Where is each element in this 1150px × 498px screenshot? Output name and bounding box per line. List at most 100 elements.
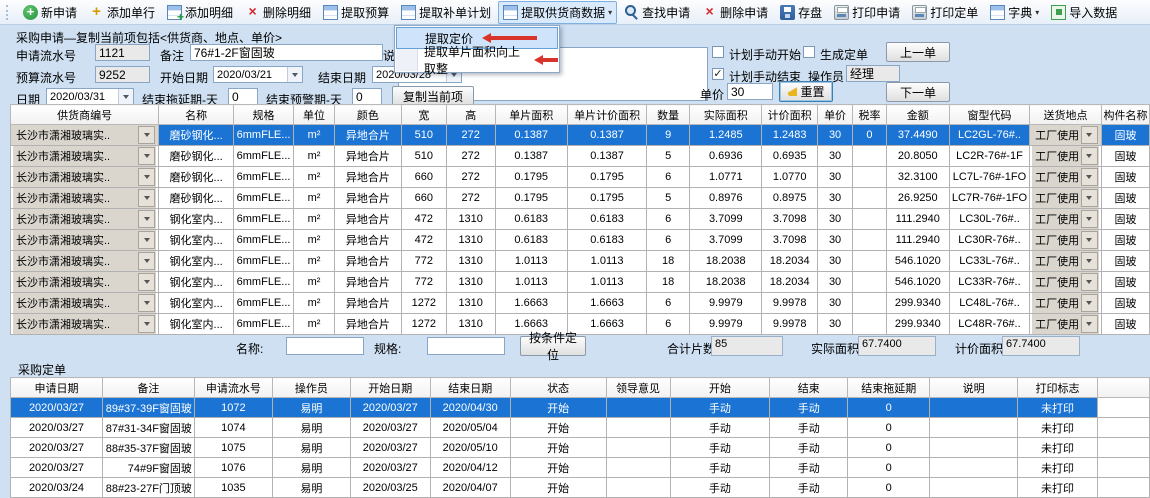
toolbar-button-2[interactable]: 添加单行 bbox=[84, 1, 160, 24]
combo-arrow-icon[interactable] bbox=[138, 126, 155, 144]
toolbar-button-5[interactable]: 提取预算 bbox=[318, 1, 394, 24]
column-header[interactable]: 说明 bbox=[930, 378, 1018, 398]
toolbar-button-7[interactable]: 提取供货商数据▾ bbox=[498, 1, 617, 24]
cell[interactable]: 长沙市潇湘玻璃实.. bbox=[11, 251, 159, 272]
filter-name-input[interactable] bbox=[286, 337, 364, 355]
apply-no-field[interactable] bbox=[95, 44, 150, 61]
combo-cell[interactable]: 长沙市潇湘玻璃实.. bbox=[13, 167, 156, 187]
combo-cell[interactable]: 长沙市潇湘玻璃实.. bbox=[13, 272, 156, 292]
start-date-dropdown[interactable]: 2020/03/21 bbox=[213, 66, 303, 83]
column-header[interactable]: 结束日期 bbox=[430, 378, 510, 398]
combo-arrow-icon[interactable] bbox=[1081, 189, 1098, 207]
combo-cell[interactable]: 工厂使用 bbox=[1032, 125, 1099, 145]
column-header[interactable]: 供货商编号 bbox=[11, 105, 159, 125]
cell[interactable]: 工厂使用 bbox=[1030, 209, 1102, 230]
combo-cell[interactable]: 长沙市潇湘玻璃实.. bbox=[13, 251, 156, 271]
toolbar-button-14[interactable]: 导入数据 bbox=[1046, 1, 1122, 24]
cell[interactable]: 工厂使用 bbox=[1030, 293, 1102, 314]
cell[interactable]: 工厂使用 bbox=[1030, 314, 1102, 335]
column-header[interactable]: 单片计价面积 bbox=[567, 105, 646, 125]
table-row[interactable]: 2020/03/2774#9F窗固玻1076易明2020/03/272020/0… bbox=[11, 458, 1150, 478]
column-header[interactable]: 宽 bbox=[401, 105, 446, 125]
toolbar-button-1[interactable]: 新申请 bbox=[18, 1, 82, 24]
combo-cell[interactable]: 工厂使用 bbox=[1032, 314, 1099, 334]
cell[interactable]: 工厂使用 bbox=[1030, 125, 1102, 146]
cell[interactable]: 工厂使用 bbox=[1030, 230, 1102, 251]
combo-arrow-icon[interactable] bbox=[1081, 252, 1098, 270]
manual-start-checkbox[interactable] bbox=[712, 46, 724, 58]
cell[interactable]: 工厂使用 bbox=[1030, 188, 1102, 209]
column-header[interactable]: 结束 bbox=[770, 378, 848, 398]
combo-cell[interactable]: 工厂使用 bbox=[1032, 272, 1099, 292]
combo-arrow-icon[interactable] bbox=[138, 210, 155, 228]
column-header[interactable]: 名称 bbox=[159, 105, 234, 125]
toolbar-button-6[interactable]: 提取补单计划 bbox=[396, 1, 496, 24]
table-row[interactable]: 2020/03/2789#37-39F窗固玻1072易明2020/03/2720… bbox=[11, 398, 1150, 418]
cell[interactable]: 长沙市潇湘玻璃实.. bbox=[11, 167, 159, 188]
table-row[interactable]: 长沙市潇湘玻璃实..钢化室内...6mmFLE...m²异地合片12721310… bbox=[11, 293, 1150, 314]
combo-arrow-icon[interactable] bbox=[138, 315, 155, 333]
combo-cell[interactable]: 长沙市潇湘玻璃实.. bbox=[13, 188, 156, 208]
column-header[interactable]: 申请日期 bbox=[11, 378, 103, 398]
combo-arrow-icon[interactable] bbox=[1081, 315, 1098, 333]
column-header[interactable]: 实际面积 bbox=[690, 105, 762, 125]
column-header[interactable]: 操作员 bbox=[272, 378, 350, 398]
cell[interactable]: 长沙市潇湘玻璃实.. bbox=[11, 188, 159, 209]
combo-arrow-icon[interactable] bbox=[138, 252, 155, 270]
column-header[interactable]: 规格 bbox=[234, 105, 294, 125]
combo-cell[interactable]: 长沙市潇湘玻璃实.. bbox=[13, 230, 156, 250]
table-row[interactable]: 长沙市潇湘玻璃实..钢化室内...6mmFLE...m²异地合片47213100… bbox=[11, 209, 1150, 230]
combo-cell[interactable]: 工厂使用 bbox=[1032, 230, 1099, 250]
date-dropdown[interactable]: 2020/03/31 bbox=[46, 88, 134, 105]
combo-arrow-icon[interactable] bbox=[1081, 147, 1098, 165]
column-header[interactable]: 颜色 bbox=[334, 105, 401, 125]
table-row[interactable]: 长沙市潇湘玻璃实..磨砂钢化...6mmFLE...m²异地合片5102720.… bbox=[11, 146, 1150, 167]
table-row[interactable]: 2020/03/2787#31-34F窗固玻1074易明2020/03/2720… bbox=[11, 418, 1150, 438]
combo-arrow-icon[interactable] bbox=[1081, 273, 1098, 291]
unit-price-field[interactable] bbox=[727, 83, 773, 100]
chevron-down-icon[interactable] bbox=[287, 67, 302, 82]
reset-button[interactable]: 重置 bbox=[779, 81, 833, 102]
combo-arrow-icon[interactable] bbox=[1081, 168, 1098, 186]
cell[interactable]: 长沙市潇湘玻璃实.. bbox=[11, 146, 159, 167]
table-row[interactable]: 长沙市潇湘玻璃实..钢化室内...6mmFLE...m²异地合片77213101… bbox=[11, 251, 1150, 272]
toolbar-button-8[interactable]: 查找申请 bbox=[619, 1, 695, 24]
combo-arrow-icon[interactable] bbox=[1081, 231, 1098, 249]
combo-cell[interactable]: 长沙市潇湘玻璃实.. bbox=[13, 314, 156, 334]
column-header[interactable]: 开始日期 bbox=[350, 378, 430, 398]
column-header[interactable]: 数量 bbox=[647, 105, 690, 125]
locate-by-condition-button[interactable]: 按条件定位 bbox=[520, 336, 586, 356]
combo-cell[interactable]: 工厂使用 bbox=[1032, 146, 1099, 166]
delay-days-field[interactable] bbox=[228, 88, 258, 105]
column-header[interactable]: 金额 bbox=[886, 105, 949, 125]
column-header[interactable]: 窗型代码 bbox=[949, 105, 1029, 125]
column-header[interactable]: 申请流水号 bbox=[194, 378, 272, 398]
column-header[interactable]: 单位 bbox=[294, 105, 335, 125]
toolbar-button-13[interactable]: 字典▾ bbox=[985, 1, 1044, 24]
column-header[interactable]: 备注 bbox=[102, 378, 194, 398]
copy-current-button[interactable]: 复制当前项 bbox=[392, 86, 474, 106]
table-row[interactable]: 长沙市潇湘玻璃实..磨砂钢化...6mmFLE...m²异地合片5102720.… bbox=[11, 125, 1150, 146]
combo-cell[interactable]: 工厂使用 bbox=[1032, 188, 1099, 208]
combo-arrow-icon[interactable] bbox=[138, 294, 155, 312]
next-order-button[interactable]: 下一单 bbox=[886, 82, 950, 102]
column-header[interactable]: 高 bbox=[446, 105, 495, 125]
cell[interactable]: 长沙市潇湘玻璃实.. bbox=[11, 314, 159, 335]
combo-cell[interactable]: 工厂使用 bbox=[1032, 293, 1099, 313]
combo-arrow-icon[interactable] bbox=[138, 189, 155, 207]
table-row[interactable]: 长沙市潇湘玻璃实..钢化室内...6mmFLE...m²异地合片47213100… bbox=[11, 230, 1150, 251]
column-header[interactable]: 构件名称 bbox=[1101, 105, 1149, 125]
combo-arrow-icon[interactable] bbox=[1081, 294, 1098, 312]
combo-arrow-icon[interactable] bbox=[138, 168, 155, 186]
toolbar-button-4[interactable]: 删除明细 bbox=[240, 1, 316, 24]
table-row[interactable]: 长沙市潇湘玻璃实..磨砂钢化...6mmFLE...m²异地合片6602720.… bbox=[11, 188, 1150, 209]
column-header[interactable]: 送货地点 bbox=[1030, 105, 1102, 125]
table-row[interactable]: 长沙市潇湘玻璃实..钢化室内...6mmFLE...m²异地合片12721310… bbox=[11, 314, 1150, 335]
chevron-down-icon[interactable] bbox=[118, 89, 133, 104]
manual-end-checkbox[interactable] bbox=[712, 68, 724, 80]
generate-order-checkbox[interactable] bbox=[803, 46, 815, 58]
budget-no-field[interactable] bbox=[95, 66, 150, 83]
menu-item-2[interactable]: 提取单片面积向上取整 bbox=[396, 49, 558, 71]
cell[interactable]: 长沙市潇湘玻璃实.. bbox=[11, 293, 159, 314]
table-row[interactable]: 2020/03/2788#35-37F窗固玻1075易明2020/03/2720… bbox=[11, 438, 1150, 458]
